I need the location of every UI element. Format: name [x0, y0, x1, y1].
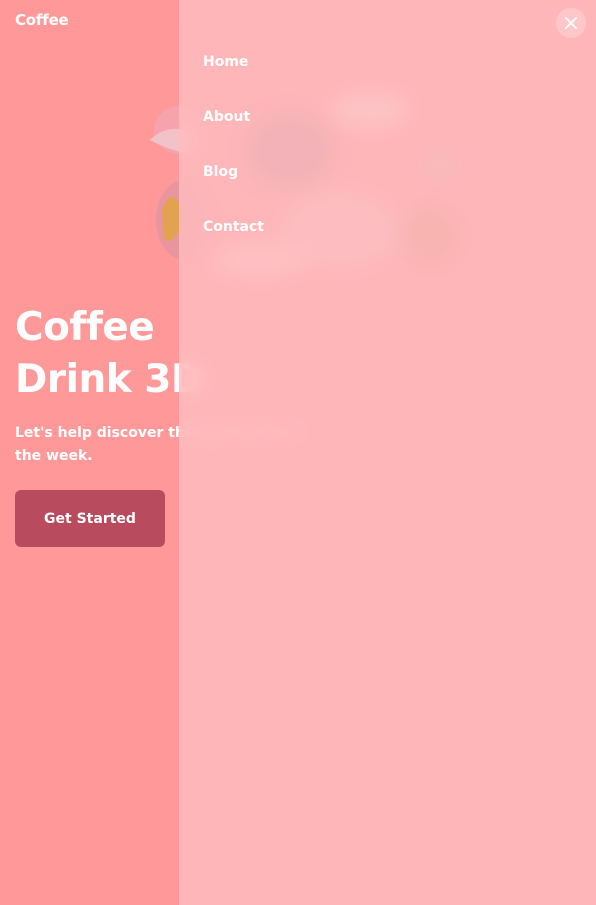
nav-item-home[interactable]: Home — [203, 54, 248, 70]
nav-item-about[interactable]: About — [203, 109, 250, 125]
nav-item-contact[interactable]: Contact — [203, 219, 264, 235]
close-menu-button[interactable] — [556, 8, 586, 38]
mobile-menu-overlay: Home About Blog Contact — [179, 0, 596, 905]
close-icon — [565, 17, 577, 29]
nav-item-blog[interactable]: Blog — [203, 164, 238, 180]
brand-logo[interactable]: Coffee — [15, 11, 69, 29]
page: Coffee Coffee Drink 3D Let's help discov… — [0, 0, 596, 905]
get-started-button[interactable]: Get Started — [15, 490, 165, 547]
